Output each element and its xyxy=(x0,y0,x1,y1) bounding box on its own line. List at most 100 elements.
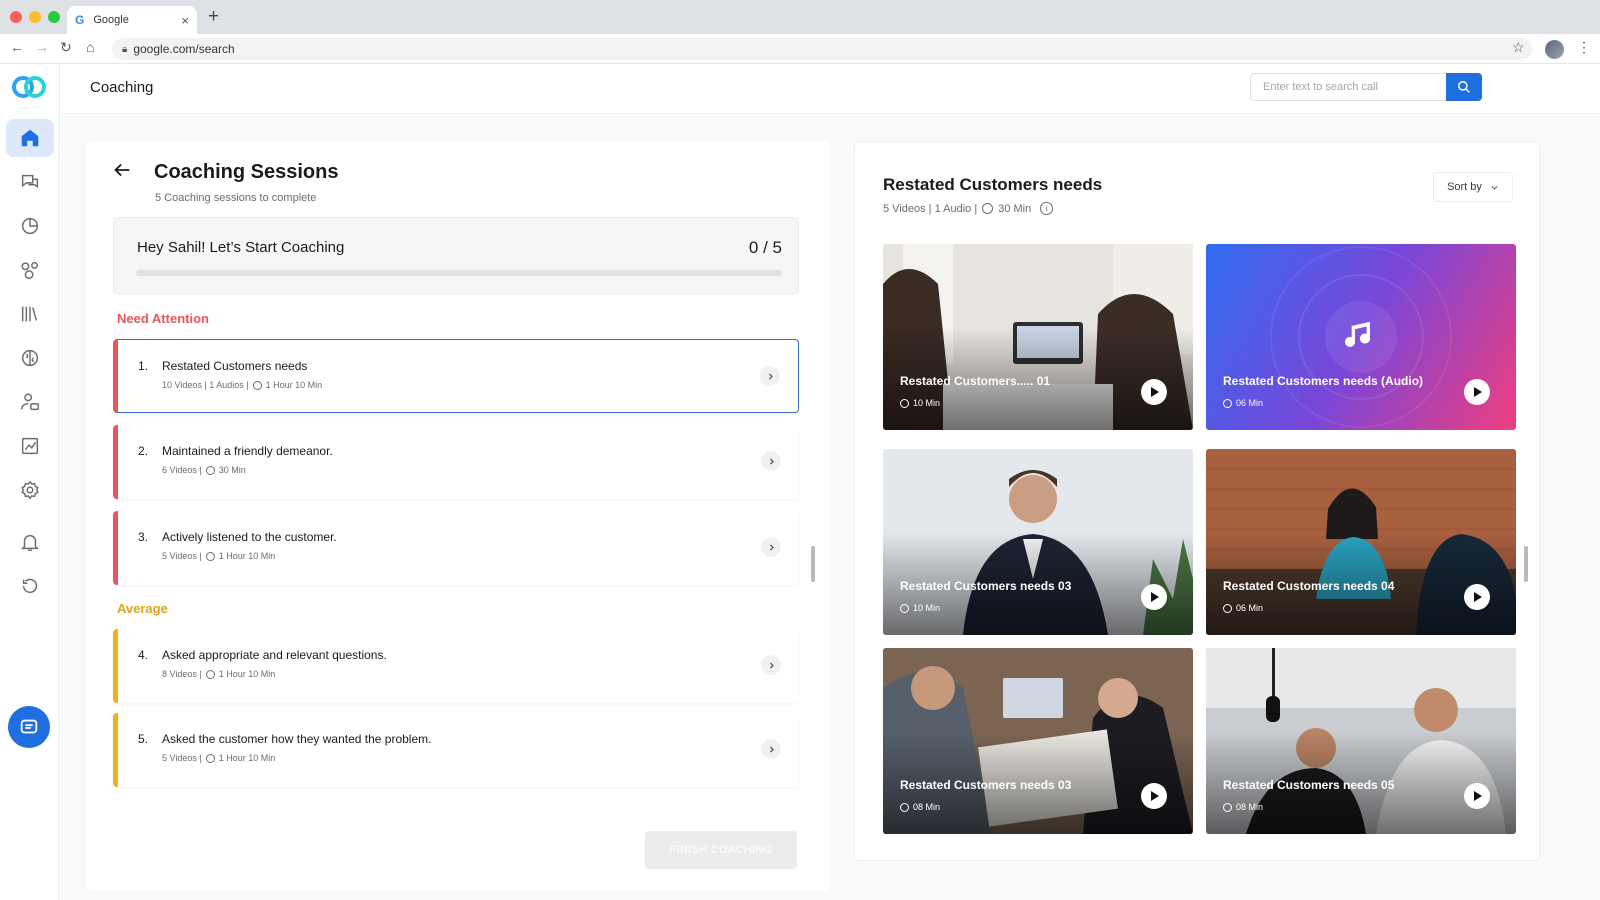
gear-icon xyxy=(21,480,39,500)
sidebar-item-logout[interactable] xyxy=(6,567,54,605)
forward-nav-icon[interactable]: → xyxy=(35,39,49,55)
progress-bar xyxy=(136,270,782,276)
back-arrow-icon[interactable] xyxy=(111,159,133,181)
play-icon[interactable] xyxy=(1464,584,1490,610)
session-item[interactable]: 4. Asked appropriate and relevant questi… xyxy=(113,629,799,703)
chat-icon xyxy=(21,174,39,188)
session-number: 3. xyxy=(138,530,149,544)
search-button[interactable] xyxy=(1446,73,1482,101)
media-tile[interactable]: Restated Customers needs (Audio) 06 Min xyxy=(1206,244,1516,430)
session-media-count: 5 Videos | xyxy=(162,753,202,763)
library-icon xyxy=(21,306,38,322)
close-tab-icon[interactable]: × xyxy=(181,13,189,28)
sidebar-item-users[interactable] xyxy=(6,383,54,421)
search-input[interactable] xyxy=(1250,73,1446,101)
session-title: Maintained a friendly demeanor. xyxy=(162,444,333,458)
clock-icon xyxy=(1223,398,1232,408)
session-item[interactable]: 5. Asked the customer how they wanted th… xyxy=(113,713,799,787)
media-duration-row: 08 Min xyxy=(1223,802,1263,812)
media-tile[interactable]: Restated Customers needs 05 08 Min xyxy=(1206,648,1516,834)
sidebar-item-teams[interactable] xyxy=(6,251,54,289)
sidebar-item-reports[interactable] xyxy=(6,207,54,245)
app-logo xyxy=(12,76,48,98)
media-duration: 08 Min xyxy=(1236,802,1264,812)
finish-coaching-button[interactable]: FINISH COACHING xyxy=(645,831,797,869)
sidebar-item-library[interactable] xyxy=(6,295,54,333)
play-icon[interactable] xyxy=(1464,783,1490,809)
media-duration: 10 Min xyxy=(913,398,941,408)
media-tile[interactable]: Restated Customers needs 03 10 Min xyxy=(883,449,1193,635)
clock-icon xyxy=(900,603,909,613)
session-item[interactable]: 2. Maintained a friendly demeanor. 6 Vid… xyxy=(113,425,799,499)
session-media-count: 8 Videos | xyxy=(162,669,202,679)
media-title: Restated Customers needs (Audio) xyxy=(1223,374,1424,388)
app-sidebar xyxy=(0,64,60,900)
home-nav-icon[interactable]: ⌂ xyxy=(86,39,94,55)
logout-icon xyxy=(22,578,38,594)
play-icon[interactable] xyxy=(1464,379,1490,405)
session-number: 2. xyxy=(138,444,149,458)
close-window-button[interactable] xyxy=(10,11,22,23)
right-scrollbar[interactable] xyxy=(1524,546,1528,582)
sidebar-item-notifications[interactable] xyxy=(6,523,54,561)
session-media-count: 10 Videos | 1 Audios | xyxy=(162,380,249,390)
media-tile[interactable]: Restated Customers needs 04 06 Min xyxy=(1206,449,1516,635)
coaching-sessions-panel: Coaching Sessions 5 Coaching sessions to… xyxy=(87,141,831,891)
sidebar-item-insights[interactable] xyxy=(6,339,54,377)
media-title: Restated Customers needs 03 xyxy=(900,579,1072,593)
back-nav-icon[interactable]: ← xyxy=(10,39,24,55)
chevron-right-icon[interactable] xyxy=(760,366,780,386)
address-bar[interactable]: 🔒︎ google.com/search xyxy=(112,38,1532,60)
progress-count: 0 / 5 xyxy=(748,238,782,257)
clock-icon xyxy=(1223,603,1232,613)
minimize-window-button[interactable] xyxy=(29,11,41,23)
sidebar-item-analytics[interactable] xyxy=(6,427,54,465)
browser-toolbar: ← → ↻ ⌂ 🔒︎ google.com/search ☆ ⋮ xyxy=(0,34,1600,64)
info-icon[interactable]: i xyxy=(1040,202,1054,215)
new-tab-button[interactable]: + xyxy=(208,6,219,28)
support-chat-button[interactable] xyxy=(8,706,50,748)
media-tile[interactable]: Restated Customers needs 03 08 Min xyxy=(883,648,1193,834)
analytics-icon xyxy=(21,437,39,455)
media-duration-row: 10 Min xyxy=(900,603,940,613)
session-duration: 1 Hour 10 Min xyxy=(218,753,276,763)
session-title: Asked the customer how they wanted the p… xyxy=(162,732,432,746)
chevron-right-icon[interactable] xyxy=(761,537,781,557)
bookmark-star-icon[interactable]: ☆ xyxy=(1512,39,1525,56)
progress-greeting: Hey Sahil! Let’s Start Coaching xyxy=(137,239,345,256)
music-note-icon xyxy=(1345,321,1371,347)
clock-icon xyxy=(205,669,215,679)
session-meta: 5 Videos | 1 Hour 10 Min xyxy=(162,551,275,561)
lock-icon: 🔒︎ xyxy=(122,43,128,55)
sidebar-item-settings[interactable] xyxy=(6,471,54,509)
profile-avatar[interactable] xyxy=(1545,40,1564,59)
session-number: 5. xyxy=(138,732,149,746)
play-icon[interactable] xyxy=(1141,379,1167,405)
media-title: Restated Customers needs 04 xyxy=(1223,579,1395,593)
browser-tab[interactable]: G Google × xyxy=(67,6,197,34)
chevron-right-icon[interactable] xyxy=(761,451,781,471)
media-duration-row: 06 Min xyxy=(1223,398,1263,408)
sidebar-item-conversations[interactable] xyxy=(6,163,54,201)
browser-menu-icon[interactable]: ⋮ xyxy=(1577,39,1591,56)
left-scrollbar[interactable] xyxy=(811,546,815,582)
play-icon[interactable] xyxy=(1141,584,1167,610)
app-header: Coaching xyxy=(61,64,1600,114)
session-detail-panel: Restated Customers needs 5 Videos | 1 Au… xyxy=(854,141,1540,861)
chevron-right-icon[interactable] xyxy=(761,739,781,759)
media-duration: 08 Min xyxy=(913,802,941,812)
play-icon[interactable] xyxy=(1141,783,1167,809)
media-tile[interactable]: Restated Customers..... 01 10 Min xyxy=(883,244,1193,430)
media-duration: 10 Min xyxy=(913,603,941,613)
detail-duration: 30 Min xyxy=(998,202,1032,215)
sort-by-dropdown[interactable]: Sort by xyxy=(1433,172,1513,202)
chevron-right-icon[interactable] xyxy=(761,655,781,675)
session-item[interactable]: 3. Actively listened to the customer. 5 … xyxy=(113,511,799,585)
tab-title: Google xyxy=(93,14,129,26)
sidebar-item-home[interactable] xyxy=(6,119,54,157)
session-item[interactable]: 1. Restated Customers needs 10 Videos | … xyxy=(113,339,799,413)
session-title: Asked appropriate and relevant questions… xyxy=(162,648,387,662)
maximize-window-button[interactable] xyxy=(48,11,60,23)
reload-icon[interactable]: ↻ xyxy=(60,39,72,56)
message-icon xyxy=(20,719,38,734)
